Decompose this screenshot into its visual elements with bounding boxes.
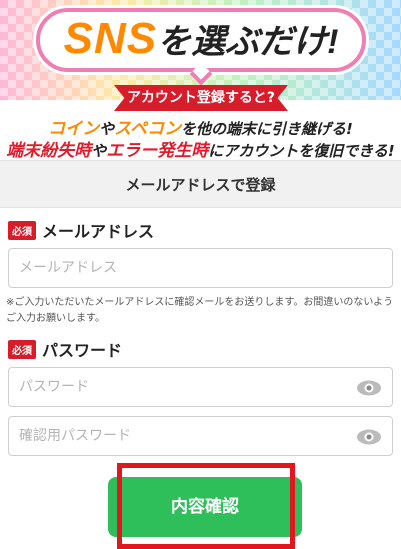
required-badge: 必須 [8, 339, 36, 359]
benefit-line-2: 端末紛失時やエラー発生時にアカウントを復旧できる! [0, 136, 401, 160]
email-label: メールアドレス [42, 222, 155, 241]
email-field[interactable] [9, 249, 392, 287]
eye-icon[interactable] [356, 379, 382, 397]
headline-sns: SNS [63, 14, 158, 63]
required-badge: 必須 [8, 220, 36, 240]
email-field-wrapper [8, 248, 393, 288]
confirm-content-button[interactable]: 内容確認 [108, 477, 302, 537]
password-label-row: 必須 パスワード [8, 337, 122, 361]
section-title: メールアドレスで登録 [0, 160, 401, 208]
benefit-text: にアカウントを復旧できる! [208, 142, 395, 160]
confirm-password-field[interactable] [9, 417, 392, 455]
benefit-error: エラー発生時 [106, 141, 209, 160]
password-field[interactable] [9, 368, 392, 406]
benefit-device-lost: 端末紛失時 [6, 141, 92, 160]
password-field-wrapper [8, 367, 393, 407]
headline-rest: を選ぶだけ! [157, 23, 339, 61]
confirm-password-field-wrapper [8, 416, 393, 456]
promo-banner: SNSを選ぶだけ! アカウント登録すると? コインやスペコンを他の端末に引き継げ… [0, 0, 401, 160]
ribbon-label: アカウント登録すると? [114, 85, 288, 111]
password-label: パスワード [42, 341, 123, 360]
benefit-text: や [91, 142, 107, 160]
email-label-row: 必須 メールアドレス [8, 218, 154, 242]
email-note: ※ご入力いただいたメールアドレスに確認メールをお送りします。お間違いのないようご… [6, 297, 394, 324]
eye-icon[interactable] [356, 428, 382, 446]
headline: SNSを選ぶだけ! [36, 14, 366, 64]
